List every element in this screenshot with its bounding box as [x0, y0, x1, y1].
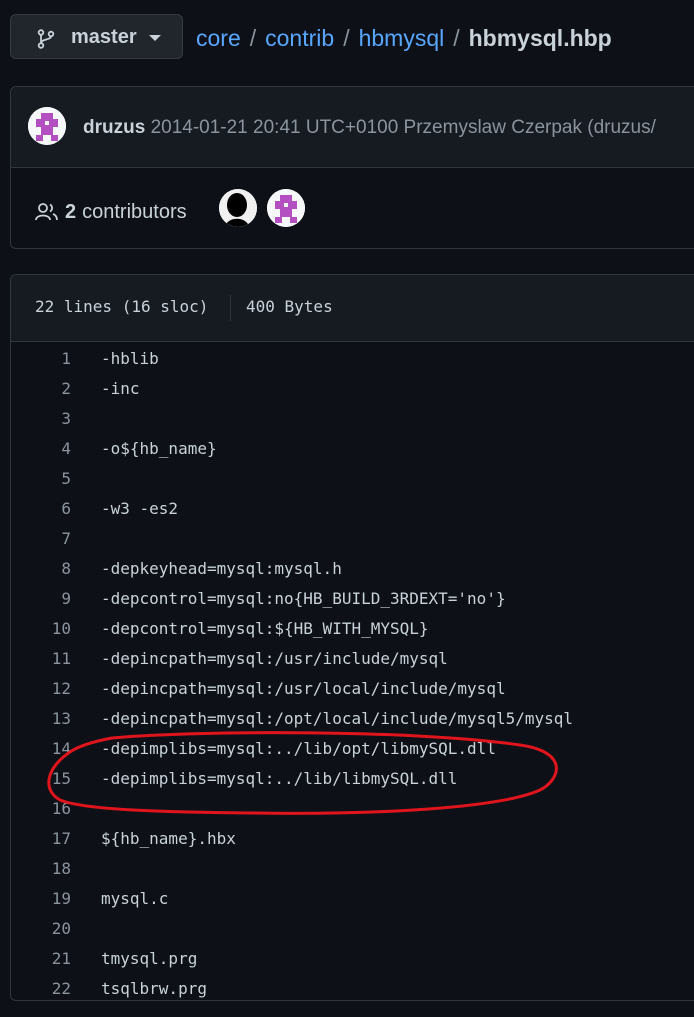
identicon-avatar-icon: [267, 189, 305, 227]
people-icon: [35, 203, 58, 221]
identicon-avatar-icon: [28, 107, 66, 145]
file-viewer: 22 lines (16 sloc) 400 Bytes 1 -hblib 2 -in…: [10, 274, 694, 1001]
commit-message[interactable]: 2014-01-21 20:41 UTC+0100 Przemyslaw Cze…: [151, 117, 656, 138]
code-line: 1 -hblib: [11, 342, 694, 372]
code-line: 13 -depincpath=mysql:/opt/local/include/m…: [11, 702, 694, 732]
line-content: -depkeyhead=mysql:mysql.h: [101, 559, 342, 578]
code-listing: 1 -hblib 2 -inc 3 4 -o${hb_name} 5 6 -w3 -es2 7 8 -d…: [11, 342, 694, 1002]
line-number[interactable]: 6: [11, 499, 71, 518]
latest-commit-box: druzus 2014-01-21 20:41 UTC+0100 Przemys…: [10, 86, 694, 249]
contributors-link[interactable]: 2 contributors: [35, 199, 187, 225]
code-line: 3: [11, 402, 694, 432]
code-line: 6 -w3 -es2: [11, 492, 694, 522]
contributor-avatar[interactable]: [219, 189, 257, 227]
code-line: 2 -inc: [11, 372, 694, 402]
line-content: -o${hb_name}: [101, 439, 217, 458]
file-info-header: 22 lines (16 sloc) 400 Bytes: [11, 275, 694, 342]
line-number[interactable]: 5: [11, 469, 71, 488]
branch-name: master: [71, 26, 137, 48]
code-line: 17 ${hb_name}.hbx: [11, 822, 694, 852]
caret-down-icon: [149, 35, 161, 41]
line-number[interactable]: 4: [11, 439, 71, 458]
line-content: tsqlbrw.prg: [101, 979, 207, 998]
line-number[interactable]: 11: [11, 649, 71, 668]
code-line: 9 -depcontrol=mysql:no{HB_BUILD_3RDEXT='n…: [11, 582, 694, 612]
code-line: 20: [11, 912, 694, 942]
code-line: 22 tsqlbrw.prg: [11, 972, 694, 1002]
line-number[interactable]: 3: [11, 409, 71, 428]
breadcrumb-separator: /: [249, 25, 257, 51]
code-line: 19 mysql.c: [11, 882, 694, 912]
code-line: 10 -depcontrol=mysql:${HB_WITH_MYSQL}: [11, 612, 694, 642]
avatar[interactable]: [28, 107, 66, 145]
commit-author-link[interactable]: druzus: [83, 117, 145, 138]
line-number[interactable]: 13: [11, 709, 71, 728]
line-content: -w3 -es2: [101, 499, 179, 518]
contributor-avatar[interactable]: [267, 189, 305, 227]
line-content: -inc: [101, 379, 140, 398]
code-line: 16: [11, 792, 694, 822]
line-content: -depcontrol=mysql:no{HB_BUILD_3RDEXT='no…: [101, 589, 506, 608]
file-line-count: 22 lines (16 sloc): [35, 297, 209, 316]
branch-selector-button[interactable]: master: [10, 14, 183, 59]
line-number[interactable]: 2: [11, 379, 71, 398]
contributors-label: contributors: [82, 200, 187, 223]
line-content: -depimplibs=mysql:../lib/libmySQL.dll: [101, 769, 458, 788]
code-line: 15 -depimplibs=mysql:../lib/libmySQL.dll: [11, 762, 694, 792]
line-number[interactable]: 15: [11, 769, 71, 788]
line-content: ${hb_name}.hbx: [101, 829, 236, 848]
line-number[interactable]: 9: [11, 589, 71, 608]
code-line: 4 -o${hb_name}: [11, 432, 694, 462]
breadcrumb-separator: /: [343, 25, 350, 51]
code-line: 18: [11, 852, 694, 882]
commit-summary: druzus 2014-01-21 20:41 UTC+0100 Przemys…: [83, 117, 656, 139]
line-number[interactable]: 20: [11, 919, 71, 938]
line-content: -depincpath=mysql:/usr/local/include/mys…: [101, 679, 506, 698]
git-branch-icon: [37, 29, 55, 49]
code-line: 5: [11, 462, 694, 492]
line-number[interactable]: 10: [11, 619, 71, 638]
line-content: -depimplibs=mysql:../lib/opt/libmySQL.dl…: [101, 739, 496, 758]
breadcrumb-link-contrib[interactable]: contrib: [265, 25, 334, 51]
line-number[interactable]: 14: [11, 739, 71, 758]
line-number[interactable]: 17: [11, 829, 71, 848]
code-line: 12 -depincpath=mysql:/usr/local/include/m…: [11, 672, 694, 702]
line-content: -hblib: [101, 349, 159, 368]
file-size: 400 Bytes: [246, 297, 333, 316]
header-divider: [230, 295, 231, 321]
code-line: 21 tmysql.prg: [11, 942, 694, 972]
breadcrumb: core / contrib / hbmysql / hbmysql.hbp: [196, 25, 612, 52]
code-line: 11 -depincpath=mysql:/usr/include/mysql: [11, 642, 694, 672]
line-number[interactable]: 21: [11, 949, 71, 968]
code-line: 7: [11, 522, 694, 552]
latest-commit-row: druzus 2014-01-21 20:41 UTC+0100 Przemys…: [11, 87, 694, 168]
breadcrumb-link-core[interactable]: core: [196, 25, 241, 51]
code-line: 14 -depimplibs=mysql:../lib/opt/libmySQL.…: [11, 732, 694, 762]
line-number[interactable]: 8: [11, 559, 71, 578]
line-content: -depcontrol=mysql:${HB_WITH_MYSQL}: [101, 619, 429, 638]
breadcrumb-current-file: hbmysql.hbp: [468, 25, 612, 51]
line-content: tmysql.prg: [101, 949, 198, 968]
code-line: 8 -depkeyhead=mysql:mysql.h: [11, 552, 694, 582]
line-content: -depincpath=mysql:/usr/include/mysql: [101, 649, 448, 668]
line-number[interactable]: 18: [11, 859, 71, 878]
contributors-count: 2: [65, 200, 77, 223]
line-content: mysql.c: [101, 889, 169, 908]
line-number[interactable]: 7: [11, 529, 71, 548]
user-silhouette-icon: [219, 189, 257, 227]
line-number[interactable]: 1: [11, 349, 71, 368]
line-number[interactable]: 16: [11, 799, 71, 818]
breadcrumb-link-hbmysql[interactable]: hbmysql: [359, 25, 445, 51]
line-content: -depincpath=mysql:/opt/local/include/mys…: [101, 709, 574, 728]
line-number[interactable]: 12: [11, 679, 71, 698]
line-number[interactable]: 22: [11, 979, 71, 998]
breadcrumb-separator: /: [453, 25, 460, 51]
line-number[interactable]: 19: [11, 889, 71, 908]
